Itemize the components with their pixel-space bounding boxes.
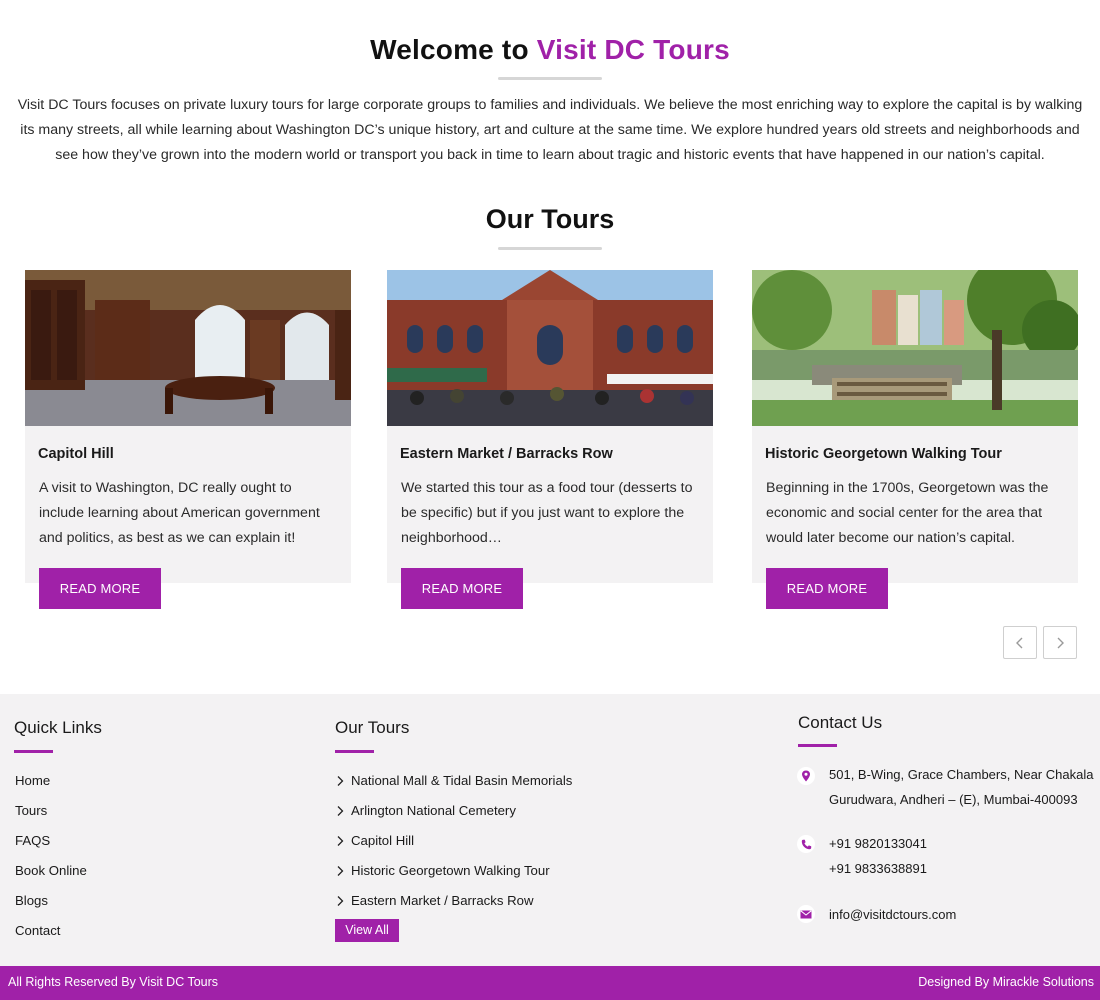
footer-tour-label: Eastern Market / Barracks Row xyxy=(351,893,534,908)
footer-tour-link[interactable]: National Mall & Tidal Basin Memorials xyxy=(336,773,572,788)
market-building-photo[interactable] xyxy=(387,270,713,426)
quick-link-tours[interactable]: Tours xyxy=(15,803,47,818)
quick-link-faqs[interactable]: FAQS xyxy=(15,833,50,848)
intro-paragraph: Visit DC Tours focuses on private luxury… xyxy=(17,97,1083,163)
tour-card-title[interactable]: Capitol Hill xyxy=(38,446,114,462)
quick-link-contact[interactable]: Contact xyxy=(15,923,60,938)
tour-card-description: We started this tour as a food tour (des… xyxy=(401,480,693,546)
address-line-2: Gurudwara, Andheri – (E), Mumbai-400093 xyxy=(829,792,1078,807)
location-pin-icon xyxy=(797,767,815,785)
welcome-brand: Visit DC Tours xyxy=(536,34,730,65)
contact-heading: Contact Us xyxy=(798,713,883,732)
footer-tour-link[interactable]: Capitol Hill xyxy=(336,833,414,848)
tour-card-eastern-market: Eastern Market / Barracks Row We started… xyxy=(387,270,713,609)
tour-card-description: A visit to Washington, DC really ought t… xyxy=(39,480,320,546)
quick-link-home[interactable]: Home xyxy=(15,773,50,788)
footer-tour-link[interactable]: Historic Georgetown Walking Tour xyxy=(336,863,550,878)
chevron-left-icon xyxy=(1016,637,1023,648)
designer-credit-link[interactable]: Designed By Mirackle Solutions xyxy=(918,975,1094,989)
intro-section: Welcome to Visit DC Tours Visit DC Tours… xyxy=(0,0,1100,200)
chevron-right-icon xyxy=(337,775,344,786)
footer-tour-link[interactable]: Eastern Market / Barracks Row xyxy=(336,893,533,908)
footer-tours-heading: Our Tours xyxy=(335,718,410,737)
canal-street-photo[interactable] xyxy=(752,270,1078,426)
carousel-prev-button[interactable] xyxy=(1003,626,1037,659)
contact-phones: +91 9820133041 +91 9833638891 xyxy=(829,831,927,881)
welcome-heading: Welcome to Visit DC Tours xyxy=(0,34,1100,66)
email-icon xyxy=(797,905,815,923)
footer-tour-label: Historic Georgetown Walking Tour xyxy=(351,863,550,878)
library-interior-photo[interactable] xyxy=(25,270,351,426)
phone-number-1[interactable]: +91 9820133041 xyxy=(829,831,927,856)
footer-tour-link[interactable]: Arlington National Cemetery xyxy=(336,803,516,818)
footer-tours-divider xyxy=(335,750,374,753)
copyright-text: All Rights Reserved By Visit DC Tours xyxy=(8,975,219,989)
tour-card-description: Beginning in the 1700s, Georgetown was t… xyxy=(766,480,1049,546)
tour-card-capitol-hill: Capitol Hill A visit to Washington, DC r… xyxy=(25,270,351,609)
quick-links-heading: Quick Links xyxy=(14,718,102,737)
chevron-right-icon xyxy=(337,805,344,816)
tours-heading: Our Tours xyxy=(485,204,615,234)
quick-links-divider xyxy=(14,750,53,753)
welcome-prefix: Welcome to xyxy=(370,34,529,65)
carousel-next-button[interactable] xyxy=(1043,626,1077,659)
contact-address: 501, B-Wing, Grace Chambers, Near Chakal… xyxy=(829,762,1093,812)
chevron-right-icon xyxy=(337,865,344,876)
footer: Quick Links Home Tours FAQS Book Online … xyxy=(0,694,1100,966)
read-more-button[interactable]: READ MORE xyxy=(39,568,161,609)
contact-divider xyxy=(798,744,837,747)
footer-tour-label: National Mall & Tidal Basin Memorials xyxy=(351,773,573,788)
tour-card-title[interactable]: Eastern Market / Barracks Row xyxy=(400,446,613,462)
bottom-bar: All Rights Reserved By Visit DC Tours De… xyxy=(0,966,1100,1000)
chevron-right-icon xyxy=(337,895,344,906)
quick-link-blogs[interactable]: Blogs xyxy=(15,893,48,908)
phone-number-2[interactable]: +91 9833638891 xyxy=(829,856,927,881)
read-more-button[interactable]: READ MORE xyxy=(401,568,523,609)
phone-icon xyxy=(797,835,815,853)
footer-tour-label: Arlington National Cemetery xyxy=(351,803,516,818)
heading-divider xyxy=(498,77,602,80)
address-line-1: 501, B-Wing, Grace Chambers, Near Chakal… xyxy=(829,767,1094,782)
view-all-button[interactable]: View All xyxy=(335,919,399,942)
tour-card-georgetown: Historic Georgetown Walking Tour Beginni… xyxy=(752,270,1078,609)
quick-link-book-online[interactable]: Book Online xyxy=(15,863,87,878)
tours-heading-divider xyxy=(498,247,602,250)
read-more-button[interactable]: READ MORE xyxy=(766,568,888,609)
contact-email-link[interactable]: info@visitdctours.com xyxy=(829,902,956,927)
chevron-right-icon xyxy=(337,835,344,846)
footer-tour-label: Capitol Hill xyxy=(351,833,415,848)
tour-card-title[interactable]: Historic Georgetown Walking Tour xyxy=(765,446,1002,462)
chevron-right-icon xyxy=(1057,637,1064,648)
